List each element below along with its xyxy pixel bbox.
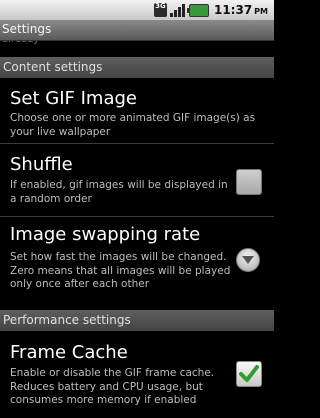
battery-icon [186,3,209,17]
pref-summary: Set how fast the images will be changed.… [10,251,231,290]
pref-title: Shuffle [10,154,73,175]
pref-title: Set GIF Image [10,88,137,109]
pref-summary: Choose one or more animated GIF image(s)… [10,112,256,138]
category-label: Content settings [3,60,103,74]
status-bar: 3G 11:37 PM [0,0,274,20]
shuffle-checkbox[interactable] [236,169,262,195]
title-bar: Settings [0,20,274,41]
clock: 11:37 PM [214,3,268,17]
clock-ampm: PM [254,7,268,16]
checkmark-icon [239,365,259,382]
pref-summary: Enable or disable the GIF frame cache. R… [10,367,215,406]
category-label: Performance settings [3,313,131,327]
frame-cache-checkbox[interactable] [236,361,262,387]
pref-title: Image swapping rate [10,224,201,245]
scrolled-text-remnant: already [2,41,202,48]
pref-shuffle[interactable]: Shuffle If enabled, gif images will be d… [0,144,274,216]
pref-image-swapping-rate[interactable]: Image swapping rate Set how fast the ima… [0,217,274,310]
pref-set-gif-image[interactable]: Set GIF Image Choose one or more animate… [0,78,274,143]
clock-time: 11:37 [213,3,253,17]
category-performance-settings: Performance settings [0,310,274,331]
pref-title: Frame Cache [10,342,128,363]
category-content-settings: Content settings [0,57,274,78]
dropdown-arrow-icon[interactable] [236,248,260,272]
signal-strength-icon [169,3,185,17]
scrolled-text: already [2,41,39,45]
network-3g-icon: 3G [153,3,167,17]
page-title: Settings [2,22,52,36]
pref-summary: If enabled, gif images will be displayed… [10,179,228,205]
pref-frame-cache[interactable]: Frame Cache Enable or disable the GIF fr… [0,331,274,418]
